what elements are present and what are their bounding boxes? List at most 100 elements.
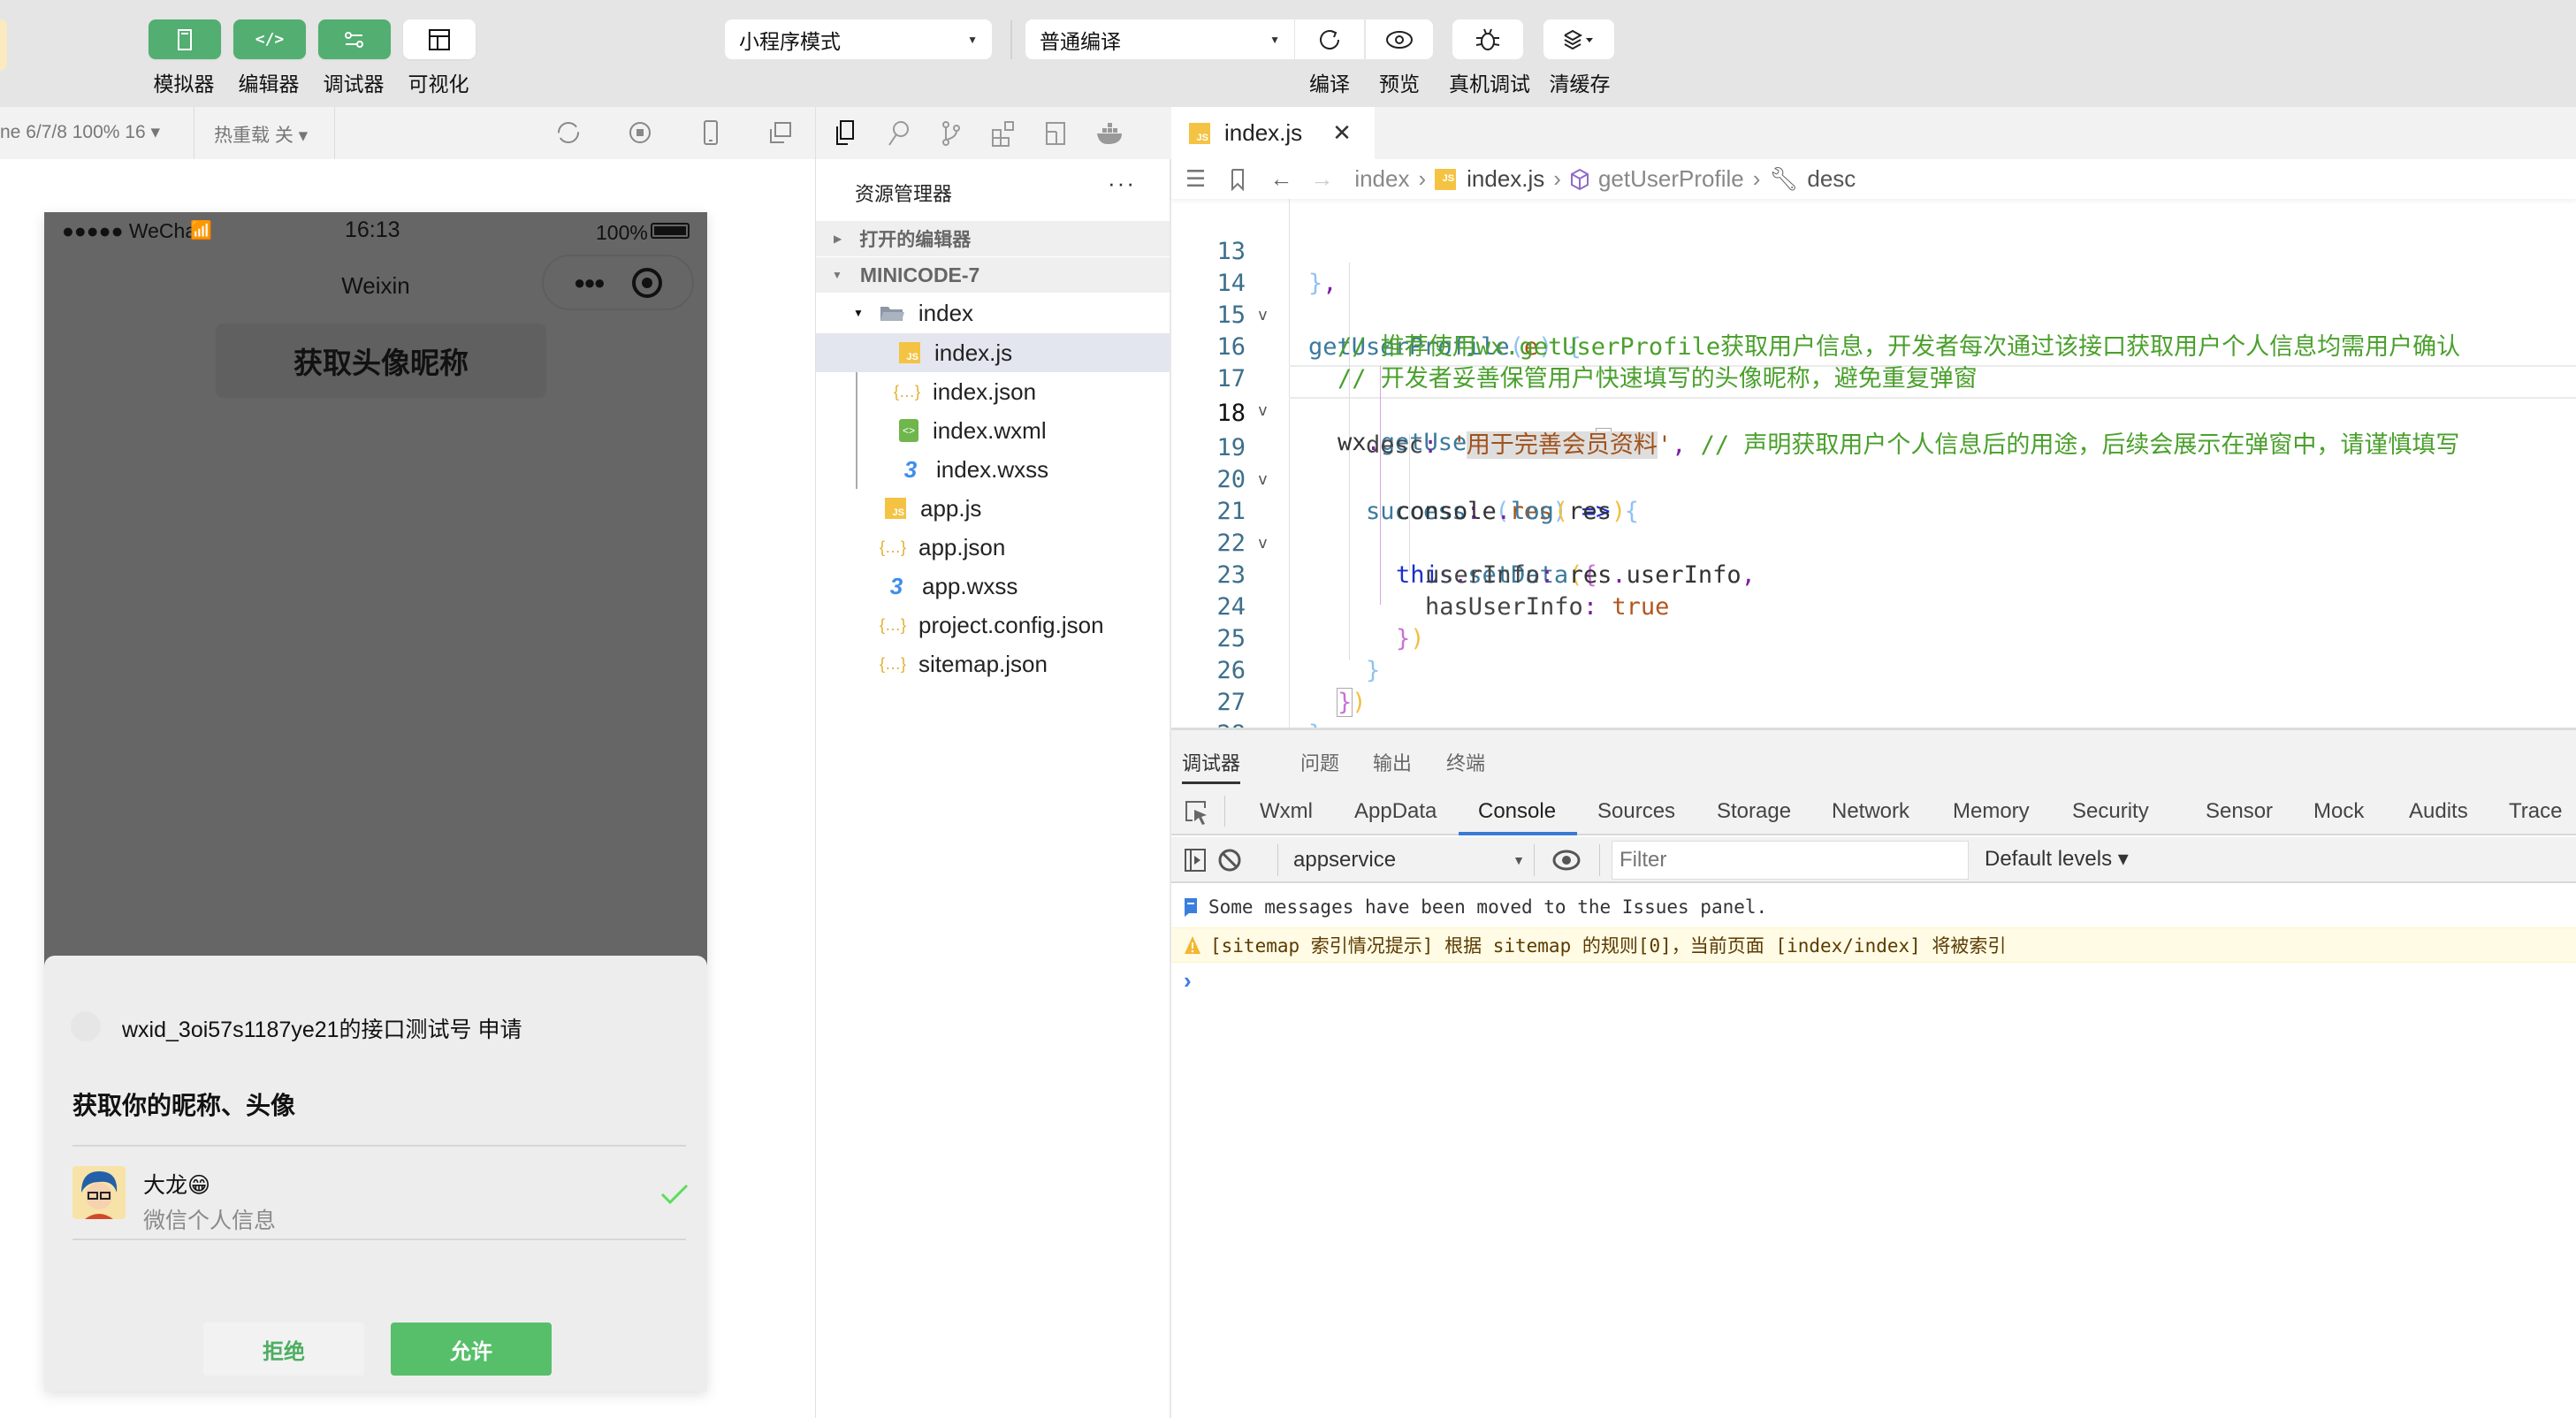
divider <box>1599 844 1600 876</box>
filter-input[interactable] <box>1612 841 1969 880</box>
debugger-toggle-button[interactable] <box>318 19 391 59</box>
simulator-toggle-button[interactable] <box>149 19 221 59</box>
breadcrumb-item[interactable]: index.js <box>1467 165 1544 193</box>
file-name: index.wxml <box>933 416 1047 444</box>
explorer-title: 资源管理器 <box>855 183 953 205</box>
project-section[interactable]: ▼ MINICODE-7 <box>816 257 1170 293</box>
source-control-icon[interactable] <box>940 119 963 148</box>
code-line: 29 // 不推荐使用getUserInfo获取用户信息，预计自2021年4月1… <box>1171 719 2576 728</box>
allow-button[interactable]: 允许 <box>391 1323 552 1376</box>
eye-icon <box>1386 30 1413 49</box>
panel-tab-wxml[interactable]: Wxml <box>1260 799 1313 824</box>
window-detach-icon <box>770 122 791 143</box>
panel-tab-mock[interactable]: Mock <box>2313 799 2364 824</box>
more-dots-icon[interactable]: ●●● <box>574 271 606 294</box>
panel-tab-console[interactable]: Console <box>1478 799 1556 824</box>
log-levels-select[interactable]: Default levels ▾ <box>1985 846 2129 872</box>
breadcrumb-item[interactable]: desc <box>1807 165 1856 193</box>
panel-tab-network[interactable]: Network <box>1832 799 1909 824</box>
panel-tab-memory[interactable]: Memory <box>1953 799 2030 824</box>
compile-select[interactable]: 普通编译 ▼ <box>1025 19 1294 59</box>
js-file-icon: JS <box>885 498 906 519</box>
panel-tab-storage[interactable]: Storage <box>1717 799 1791 824</box>
tree-item-file[interactable]: {…} app.json <box>816 528 1170 567</box>
panel-tab-trace[interactable]: Trace <box>2509 799 2562 824</box>
panel-tab-appdata[interactable]: AppData <box>1354 799 1437 824</box>
tree-item-file[interactable]: JS index.js <box>816 333 1170 372</box>
code-editor[interactable]: 13 }, 14 v getUserProfile(e) { 15 // 推荐使… <box>1171 199 2576 728</box>
outline-icon[interactable] <box>1044 119 1067 148</box>
outline-list-icon[interactable]: ☰ <box>1185 165 1206 193</box>
compile-button[interactable] <box>1295 19 1364 59</box>
tree-item-file[interactable]: 3 app.wxss <box>816 567 1170 606</box>
user-avatar <box>72 1166 126 1219</box>
inspect-element-icon[interactable] <box>1184 799 1208 826</box>
breadcrumb-item[interactable]: index <box>1354 165 1409 193</box>
tree-item-folder[interactable]: ▼ index <box>816 294 1170 332</box>
close-icon[interactable]: ✕ <box>1332 119 1352 147</box>
device-select[interactable]: ne 6/7/8 100% 16 ▾ <box>0 121 160 143</box>
panel-tab-sensor[interactable]: Sensor <box>2206 799 2273 824</box>
tab-problems[interactable]: 问题 <box>1300 748 1339 776</box>
message-flag-icon <box>1185 898 1197 917</box>
tab-terminal[interactable]: 终端 <box>1446 748 1485 776</box>
console-controls: appservice ▼ Default levels ▾ <box>1171 837 2576 883</box>
preview-button[interactable] <box>1366 19 1433 59</box>
chevron-down-icon: ▼ <box>832 269 842 281</box>
back-arrow-icon[interactable]: ← <box>1269 165 1292 193</box>
get-profile-button[interactable]: 获取头像昵称 <box>216 324 546 398</box>
visual-toggle-button[interactable] <box>403 19 476 59</box>
eye-icon[interactable] <box>1551 848 1581 873</box>
time-label: 16:13 <box>345 217 400 242</box>
file-name: app.js <box>920 494 982 522</box>
context-select[interactable]: appservice ▼ <box>1293 846 1525 874</box>
tree-item-file[interactable]: {…} sitemap.json <box>816 644 1170 683</box>
open-editors-section[interactable]: ▶ 打开的编辑器 <box>816 221 1170 256</box>
extensions-icon[interactable] <box>991 119 1017 148</box>
rotate-button[interactable] <box>555 119 582 146</box>
sidebar-toggle-icon[interactable] <box>1184 848 1207 873</box>
js-file-icon: JS <box>1435 168 1457 190</box>
reject-button[interactable]: 拒绝 <box>203 1323 364 1376</box>
docker-icon[interactable] <box>1095 121 1125 146</box>
capsule-menu[interactable]: ●●● <box>542 255 694 310</box>
search-icon[interactable] <box>887 119 911 148</box>
chevron-right-icon: › <box>1418 165 1427 192</box>
tree-item-file[interactable]: {…} index.json <box>816 372 1170 411</box>
tree-item-file[interactable]: JS app.js <box>816 489 1170 528</box>
user-avatar[interactable] <box>0 19 7 71</box>
divider <box>1277 844 1278 876</box>
remote-debug-button[interactable] <box>1452 19 1523 59</box>
devtools-panel-tabs: Wxml AppData Console Sources Storage Net… <box>1171 787 2576 835</box>
panel-tab-sources[interactable]: Sources <box>1597 799 1675 824</box>
tab-debugger[interactable]: 调试器 <box>1182 748 1240 776</box>
clear-cache-button[interactable] <box>1543 19 1614 59</box>
code-line: 18 desc: '用于完善会员资料', // 声明获取用户个人信息后的用途，后… <box>1171 366 2576 459</box>
chevron-down-icon: ▼ <box>1513 853 1525 867</box>
breadcrumb-item[interactable]: getUserProfile <box>1598 165 1744 193</box>
hot-reload-toggle[interactable]: 热重载 关 ▾ <box>214 121 308 148</box>
tab-output[interactable]: 输出 <box>1373 748 1412 776</box>
close-target-icon[interactable] <box>631 267 662 298</box>
mode-select[interactable]: 小程序模式 ▼ <box>725 19 992 59</box>
tree-item-file[interactable]: <> index.wxml <box>816 411 1170 450</box>
tree-item-file[interactable]: {…} project.config.json <box>816 606 1170 644</box>
console-prompt[interactable]: › <box>1184 967 1192 995</box>
device-button[interactable] <box>697 119 724 146</box>
forward-arrow-icon[interactable]: → <box>1310 165 1333 193</box>
panel-tab-audits[interactable]: Audits <box>2409 799 2468 824</box>
tree-item-file[interactable]: 3 index.wxss <box>816 450 1170 489</box>
clear-console-icon[interactable] <box>1217 848 1242 873</box>
js-file-icon: JS <box>1189 122 1210 144</box>
files-icon[interactable] <box>834 119 857 148</box>
editor-toggle-button[interactable]: </> <box>233 19 306 59</box>
record-button[interactable] <box>627 119 653 146</box>
app-logo-icon <box>71 1011 101 1041</box>
tab-index-js[interactable]: JS index.js ✕ <box>1171 107 1375 159</box>
panel-tab-security[interactable]: Security <box>2072 799 2149 824</box>
wxml-file-icon: <> <box>899 419 918 442</box>
detach-window-button[interactable] <box>767 119 794 146</box>
more-actions-button[interactable]: ··· <box>1108 170 1136 197</box>
bookmark-icon[interactable] <box>1231 168 1245 191</box>
refresh-icon <box>558 122 579 143</box>
